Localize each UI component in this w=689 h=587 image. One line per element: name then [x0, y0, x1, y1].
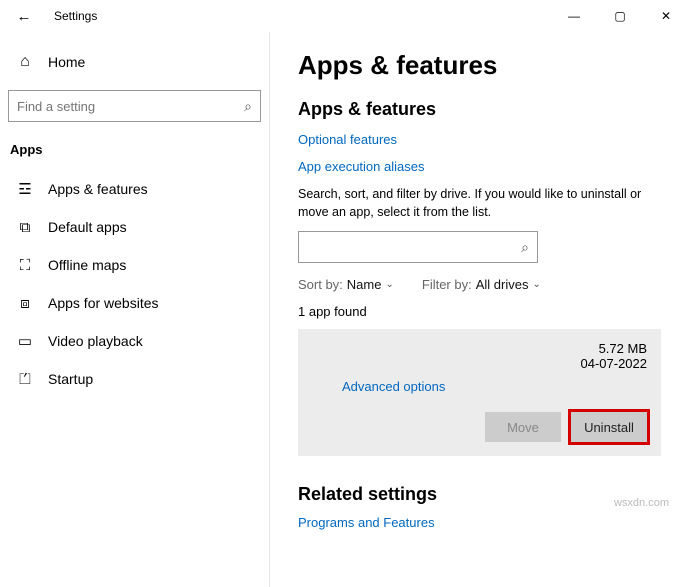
nav-label: Apps for websites [48, 295, 159, 311]
move-button[interactable]: Move [485, 412, 561, 442]
home-icon: ⌂ [16, 53, 34, 71]
map-icon: ⛶ [16, 258, 34, 273]
chevron-down-icon: ⌄ [532, 279, 540, 290]
app-search-input[interactable] [307, 240, 521, 255]
back-button[interactable]: ← [8, 0, 40, 32]
minimize-button[interactable]: — [551, 0, 597, 32]
home-nav[interactable]: ⌂ Home [8, 44, 261, 80]
search-icon: ⌕ [244, 98, 252, 115]
page-title: Apps & features [298, 50, 661, 81]
maximize-button[interactable]: ▢ [597, 0, 643, 32]
app-date: 04-07-2022 [581, 356, 648, 371]
close-button[interactable]: ✕ [643, 0, 689, 32]
sort-value: Name [347, 277, 382, 292]
search-input[interactable] [17, 99, 244, 114]
filter-label: Filter by: [422, 277, 472, 292]
advanced-options-link[interactable]: Advanced options [342, 379, 647, 394]
window-controls: — ▢ ✕ [551, 0, 689, 32]
nav-apps-websites[interactable]: ⧈ Apps for websites [8, 285, 261, 321]
nav-startup[interactable]: ⏍ Startup [8, 361, 261, 397]
results-count: 1 app found [298, 304, 661, 319]
home-label: Home [48, 54, 85, 70]
nav-default-apps[interactable]: ⧉ Default apps [8, 209, 261, 245]
app-search-box[interactable]: ⌕ [298, 231, 538, 263]
nav-label: Startup [48, 371, 93, 387]
web-icon: ⧈ [16, 296, 34, 311]
app-size: 5.72 MB [599, 341, 647, 356]
search-icon: ⌕ [521, 239, 529, 256]
filter-by-dropdown[interactable]: Filter by: All drives ⌄ [422, 277, 541, 292]
filter-value: All drives [476, 277, 529, 292]
nav-offline-maps[interactable]: ⛶ Offline maps [8, 247, 261, 283]
sidebar: ⌂ Home ⌕ Apps ☲ Apps & features ⧉ Defaul… [0, 32, 270, 587]
window-title: Settings [54, 9, 97, 23]
chevron-down-icon: ⌄ [385, 279, 393, 290]
related-settings-title: Related settings [298, 484, 661, 505]
defaults-icon: ⧉ [16, 220, 34, 235]
app-aliases-link[interactable]: App execution aliases [298, 159, 661, 174]
optional-features-link[interactable]: Optional features [298, 132, 661, 147]
nav-video-playback[interactable]: ▭ Video playback [8, 323, 261, 359]
list-icon: ☲ [16, 182, 34, 197]
section-title: Apps & features [298, 99, 661, 120]
programs-features-link[interactable]: Programs and Features [298, 515, 661, 530]
nav-apps-features[interactable]: ☲ Apps & features [8, 171, 261, 207]
nav-label: Default apps [48, 219, 127, 235]
search-box[interactable]: ⌕ [8, 90, 261, 122]
nav-label: Offline maps [48, 257, 126, 273]
sort-label: Sort by: [298, 277, 343, 292]
sort-by-dropdown[interactable]: Sort by: Name ⌄ [298, 277, 394, 292]
startup-icon: ⏍ [16, 372, 34, 387]
nav-label: Apps & features [48, 181, 148, 197]
watermark: wsxdn.com [614, 497, 669, 509]
description-text: Search, sort, and filter by drive. If yo… [298, 186, 661, 221]
section-header-apps: Apps [8, 136, 261, 171]
app-card[interactable]: 5.72 MB 04-07-2022 Advanced options Move… [298, 329, 661, 456]
uninstall-button[interactable]: Uninstall [571, 412, 647, 442]
nav-label: Video playback [48, 333, 143, 349]
video-icon: ▭ [16, 334, 34, 349]
